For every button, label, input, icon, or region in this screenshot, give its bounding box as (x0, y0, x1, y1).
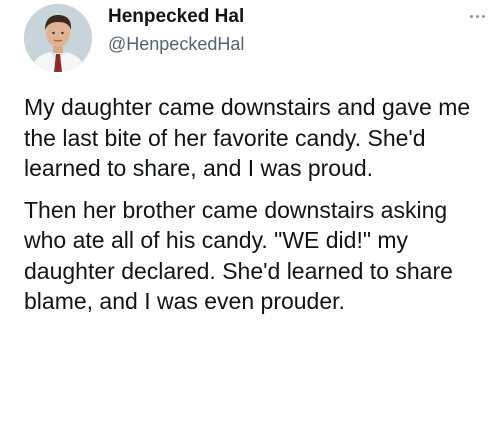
more-options-icon (469, 14, 473, 18)
more-options-icon-dot (475, 14, 479, 18)
profile-photo-icon (24, 4, 92, 72)
author-handle[interactable]: @HenpeckedHal (108, 34, 244, 55)
more-options-icon-dot (481, 14, 485, 18)
more-options-button[interactable] (460, 4, 494, 28)
avatar[interactable] (24, 4, 92, 72)
tweet-text: My daughter came downstairs and gave me … (24, 92, 494, 328)
author-display-name[interactable]: Henpecked Hal (108, 6, 244, 28)
tweet-paragraph-2: Then her brother came downstairs asking … (24, 196, 453, 315)
tweet-paragraph-1: My daughter came downstairs and gave me … (24, 94, 471, 181)
tweet-card: Henpecked Hal @HenpeckedHal My daughter … (0, 0, 500, 436)
